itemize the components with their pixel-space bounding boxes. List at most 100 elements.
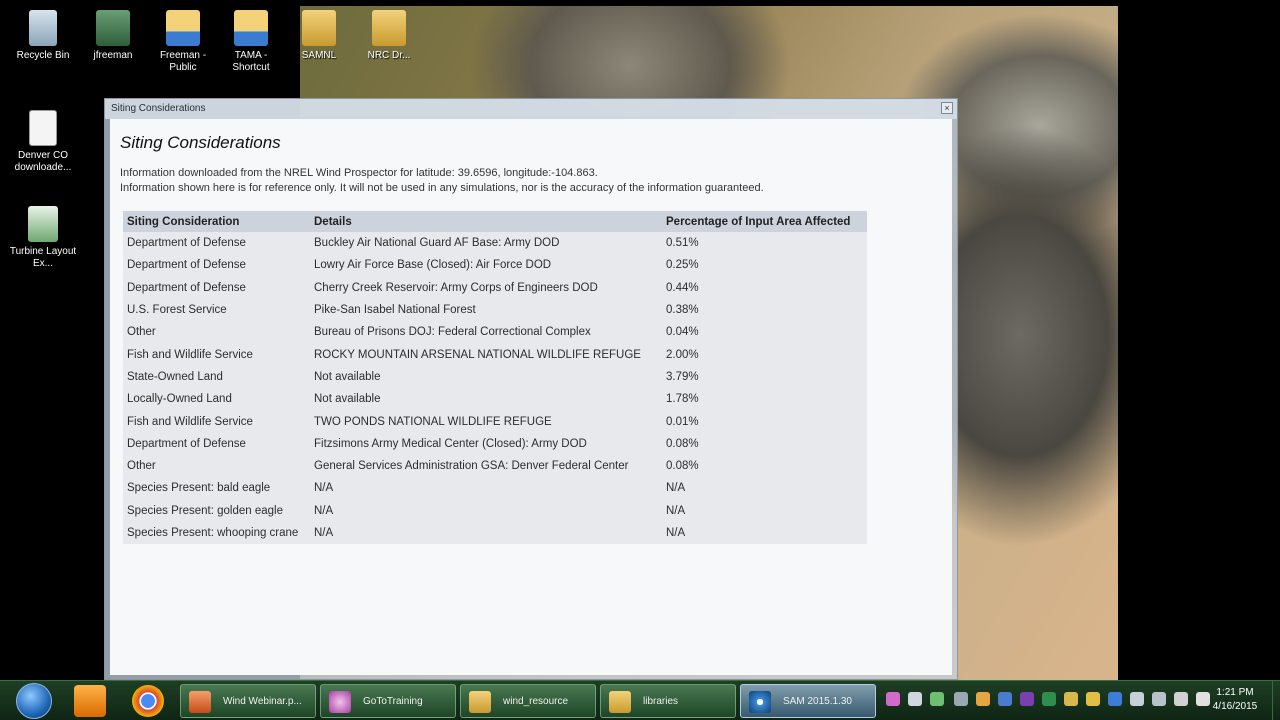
cell-percentage: 1.78% [662, 388, 867, 411]
cell-siting-consideration: Species Present: golden eagle [123, 499, 310, 522]
table-row[interactable]: Department of Defense Fitzsimons Army Med… [123, 432, 867, 455]
signal-tray-icon[interactable] [1174, 692, 1188, 706]
table-row[interactable]: State-Owned Land Not available 3.79% [123, 365, 867, 389]
table-row[interactable]: Locally-Owned Land Not available 1.78% [123, 388, 867, 411]
clock[interactable]: 1:21 PM 4/16/2015 [1200, 686, 1270, 714]
cell-percentage: 0.51% [662, 232, 867, 255]
cell-percentage: 0.44% [662, 276, 867, 299]
cell-percentage: 0.08% [662, 454, 867, 478]
cell-details: General Services Administration GSA: Den… [310, 454, 662, 478]
cell-details: N/A [310, 477, 662, 500]
cell-siting-consideration: State-Owned Land [123, 365, 310, 389]
outlook-icon[interactable] [74, 685, 106, 717]
desktop-icon-denver-co[interactable]: Denver CO downloade... [8, 110, 78, 174]
show-desktop-button[interactable] [1272, 681, 1280, 720]
cell-details: N/A [310, 499, 662, 522]
cloud-tray-icon[interactable] [908, 692, 922, 706]
gototraining-tray-icon[interactable] [886, 692, 900, 706]
taskbar-item-label: GoToTraining [363, 696, 423, 707]
desktop-icon-nrc[interactable]: NRC Dr... [354, 10, 424, 62]
desktop-icon-samnl[interactable]: SAMNL [284, 10, 354, 62]
start-button[interactable] [16, 683, 52, 719]
cell-details: Buckley Air National Guard AF Base: Army… [310, 232, 662, 255]
desktop-icon-freeman-public[interactable]: Freeman - Public [148, 10, 218, 74]
arrow-up-tray-icon[interactable] [930, 692, 944, 706]
table-row[interactable]: Department of Defense Cherry Creek Reserv… [123, 276, 867, 299]
cell-percentage: 0.01% [662, 410, 867, 433]
table-row[interactable]: Department of Defense Buckley Air Nationa… [123, 232, 867, 255]
table-row[interactable]: Species Present: bald eagle N/A N/A [123, 477, 867, 500]
column-header-details[interactable]: Details [310, 211, 662, 232]
taskbar-item-gototraining[interactable]: GoToTraining [320, 684, 456, 718]
cell-siting-consideration: Locally-Owned Land [123, 388, 310, 411]
onenote-tray-icon[interactable] [1020, 692, 1034, 706]
desktop-icon-label: Freeman - Public [159, 50, 207, 73]
table-row[interactable]: Department of Defense Lowry Air Force Bas… [123, 254, 867, 277]
sam-icon [749, 691, 771, 713]
spreadsheet-icon [28, 206, 58, 242]
dialog-body: Siting Considerations Information downlo… [110, 119, 952, 675]
sync-tray-icon[interactable] [1064, 692, 1078, 706]
table-row[interactable]: Other Bureau of Prisons DOJ: Federal Corr… [123, 321, 867, 344]
chrome-icon[interactable] [132, 685, 164, 717]
taskbar-item-wind-resource[interactable]: wind_resource [460, 684, 596, 718]
cell-details: Bureau of Prisons DOJ: Federal Correctio… [310, 321, 662, 344]
desktop-icon-label: Recycle Bin [16, 50, 70, 61]
column-header-siting-consideration[interactable]: Siting Consideration [123, 211, 310, 232]
table-row[interactable]: Species Present: golden eagle N/A N/A [123, 499, 867, 522]
column-header-percentage[interactable]: Percentage of Input Area Affected [662, 211, 867, 232]
folder-icon [469, 691, 491, 713]
bluetooth-tray-icon[interactable] [1108, 692, 1122, 706]
desktop-icon-label: jfreeman [93, 50, 133, 61]
shield-tray-icon[interactable] [976, 692, 990, 706]
desktop-icon-label: NRC Dr... [367, 50, 411, 61]
cell-percentage: 3.79% [662, 365, 867, 389]
cell-siting-consideration: Department of Defense [123, 276, 310, 299]
desktop-icon-label: Turbine Layout Ex... [9, 246, 77, 269]
cell-siting-consideration: Fish and Wildlife Service [123, 343, 310, 366]
display-tray-icon[interactable] [1152, 692, 1166, 706]
cell-siting-consideration: Species Present: bald eagle [123, 477, 310, 500]
document-icon [29, 110, 57, 146]
desktop-icon-tama-shortcut[interactable]: TAMA - Shortcut [216, 10, 286, 74]
desktop-icon-label: TAMA - Shortcut [232, 50, 270, 73]
cell-percentage: 0.04% [662, 321, 867, 344]
table-row[interactable]: Fish and Wildlife Service TWO PONDS NATIO… [123, 410, 867, 433]
cell-siting-consideration: Other [123, 321, 310, 344]
taskbar: Wind Webinar.p... GoToTraining wind_reso… [0, 680, 1280, 720]
taskbar-item-sam[interactable]: SAM 2015.1.30 [740, 684, 876, 718]
cell-details: Not available [310, 365, 662, 389]
cell-siting-consideration: U.S. Forest Service [123, 298, 310, 322]
dialog-titlebar[interactable]: Siting Considerations [105, 99, 957, 119]
desktop-icon-label: SAMNL [301, 50, 337, 61]
taskbar-item-libraries[interactable]: libraries [600, 684, 736, 718]
desktop-icon-jfreeman[interactable]: jfreeman [78, 10, 148, 62]
hardware-tray-icon[interactable] [1130, 692, 1144, 706]
cell-siting-consideration: Department of Defense [123, 254, 310, 277]
siting-considerations-dialog: Siting Considerations × Siting Considera… [104, 98, 958, 680]
taskbar-item-wind-webinar[interactable]: Wind Webinar.p... [180, 684, 316, 718]
taskbar-item-label: SAM 2015.1.30 [783, 696, 852, 707]
desktop-icon-recycle-bin[interactable]: Recycle Bin [8, 10, 78, 62]
clock-date: 4/16/2015 [1212, 701, 1258, 712]
cell-details: N/A [310, 521, 662, 545]
cell-siting-consideration: Department of Defense [123, 432, 310, 455]
table-row[interactable]: U.S. Forest Service Pike-San Isabel Natio… [123, 298, 867, 322]
taskbar-item-label: wind_resource [503, 696, 569, 707]
network-tray-icon[interactable] [954, 692, 968, 706]
close-icon[interactable]: × [941, 102, 953, 114]
security-tray-icon[interactable] [1042, 692, 1056, 706]
table-row[interactable]: Fish and Wildlife Service ROCKY MOUNTAIN … [123, 343, 867, 366]
table-row[interactable]: Species Present: whooping crane N/A N/A [123, 521, 867, 545]
folder-icon [302, 10, 336, 46]
cell-percentage: N/A [662, 521, 867, 545]
dialog-title: Siting Considerations [111, 103, 206, 114]
desktop-icon-turbine-layout[interactable]: Turbine Layout Ex... [8, 206, 78, 270]
cell-percentage: N/A [662, 499, 867, 522]
chat-tray-icon[interactable] [998, 692, 1012, 706]
cell-details: Fitzsimons Army Medical Center (Closed):… [310, 432, 662, 455]
lock-tray-icon[interactable] [1086, 692, 1100, 706]
gototraining-icon [329, 691, 351, 713]
table-row[interactable]: Other General Services Administration GSA… [123, 454, 867, 478]
cell-details: Lowry Air Force Base (Closed): Air Force… [310, 254, 662, 277]
